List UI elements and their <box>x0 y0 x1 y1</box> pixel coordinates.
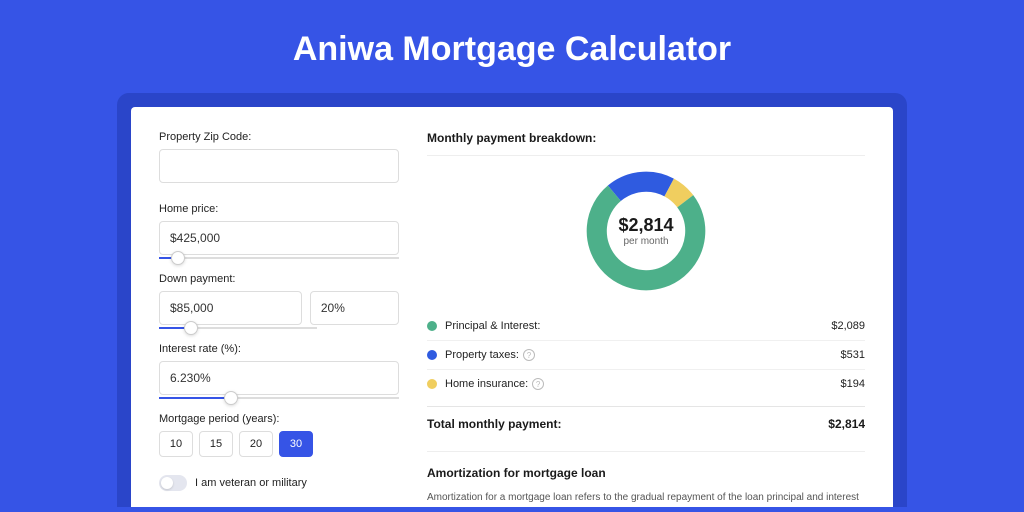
period-options: 10152030 <box>159 431 399 457</box>
amortization-section: Amortization for mortgage loan Amortizat… <box>427 451 865 507</box>
slider-thumb[interactable] <box>184 321 198 335</box>
veteran-row: I am veteran or military <box>159 475 399 491</box>
veteran-label: I am veteran or military <box>195 477 307 489</box>
total-value: $2,814 <box>828 417 865 431</box>
zip-input[interactable] <box>159 149 399 183</box>
veteran-toggle[interactable] <box>159 475 187 491</box>
period-option-30[interactable]: 30 <box>279 431 313 457</box>
amortization-text: Amortization for a mortgage loan refers … <box>427 490 865 507</box>
zip-group: Property Zip Code: <box>159 131 399 189</box>
donut-sub: per month <box>623 236 668 247</box>
breakdown-title: Monthly payment breakdown: <box>427 131 865 145</box>
calculator-card: Property Zip Code: Home price: Down paym… <box>131 107 893 507</box>
card-outer: Property Zip Code: Home price: Down paym… <box>117 93 907 507</box>
interest-group: Interest rate (%): <box>159 343 399 399</box>
donut-chart: $2,814 per month <box>581 166 711 296</box>
info-icon[interactable]: ? <box>523 349 535 361</box>
down-payment-group: Down payment: <box>159 273 399 329</box>
donut-total: $2,814 <box>618 215 673 236</box>
home-price-group: Home price: <box>159 203 399 259</box>
legend-dot <box>427 350 437 360</box>
slider-thumb[interactable] <box>171 251 185 265</box>
legend-row-insurance: Home insurance:?$194 <box>427 370 865 398</box>
page-title: Aniwa Mortgage Calculator <box>0 0 1024 93</box>
legend-label: Principal & Interest: <box>445 320 831 332</box>
down-payment-slider[interactable] <box>159 327 317 329</box>
down-payment-amount-input[interactable] <box>159 291 302 325</box>
period-label: Mortgage period (years): <box>159 413 399 425</box>
legend-row-taxes: Property taxes:?$531 <box>427 341 865 370</box>
info-icon[interactable]: ? <box>532 378 544 390</box>
period-option-10[interactable]: 10 <box>159 431 193 457</box>
divider <box>427 155 865 156</box>
home-price-slider[interactable] <box>159 257 399 259</box>
legend-value: $194 <box>841 378 865 390</box>
total-label: Total monthly payment: <box>427 417 828 431</box>
total-row: Total monthly payment: $2,814 <box>427 406 865 445</box>
home-price-label: Home price: <box>159 203 399 215</box>
input-panel: Property Zip Code: Home price: Down paym… <box>159 131 399 507</box>
period-option-15[interactable]: 15 <box>199 431 233 457</box>
zip-label: Property Zip Code: <box>159 131 399 143</box>
interest-label: Interest rate (%): <box>159 343 399 355</box>
legend-value: $2,089 <box>831 320 865 332</box>
slider-thumb[interactable] <box>224 391 238 405</box>
legend-dot <box>427 321 437 331</box>
legend-value: $531 <box>841 349 865 361</box>
toggle-knob <box>161 477 173 489</box>
breakdown-panel: Monthly payment breakdown: $2,814 per mo… <box>427 131 865 507</box>
period-option-20[interactable]: 20 <box>239 431 273 457</box>
interest-input[interactable] <box>159 361 399 395</box>
down-payment-percent-input[interactable] <box>310 291 399 325</box>
home-price-input[interactable] <box>159 221 399 255</box>
period-group: Mortgage period (years): 10152030 <box>159 413 399 457</box>
donut-center: $2,814 per month <box>581 166 711 296</box>
amortization-title: Amortization for mortgage loan <box>427 466 865 480</box>
legend-dot <box>427 379 437 389</box>
interest-slider[interactable] <box>159 397 399 399</box>
legend-label: Home insurance:? <box>445 378 841 390</box>
legend-label: Property taxes:? <box>445 349 841 361</box>
down-payment-label: Down payment: <box>159 273 399 285</box>
legend-row-principal: Principal & Interest:$2,089 <box>427 312 865 341</box>
legend: Principal & Interest:$2,089Property taxe… <box>427 312 865 398</box>
donut-wrap: $2,814 per month <box>427 166 865 296</box>
